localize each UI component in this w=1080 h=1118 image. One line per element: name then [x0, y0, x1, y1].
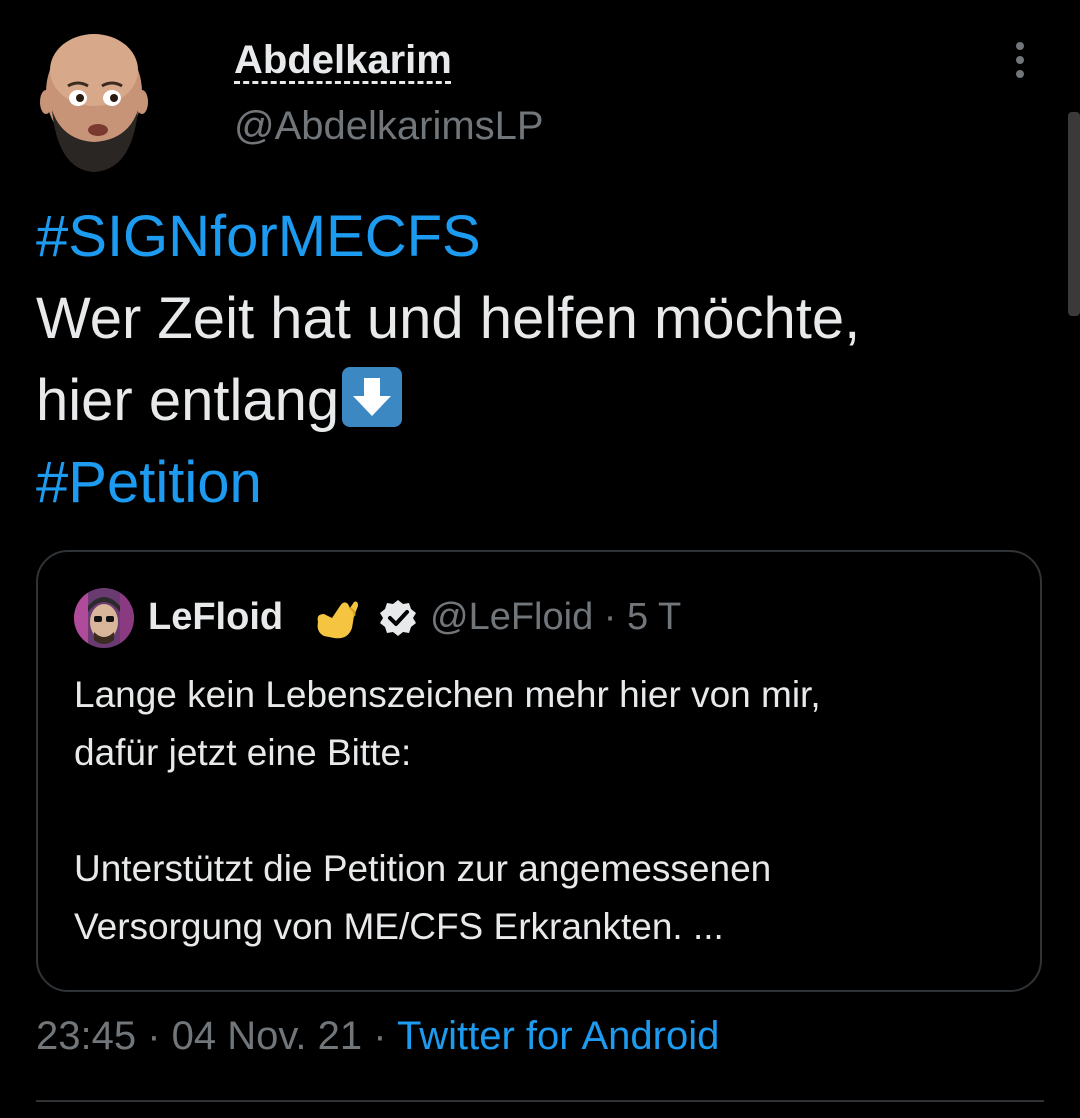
- author-name[interactable]: Abdelkarim: [234, 38, 452, 83]
- tweet-source-link[interactable]: Twitter for Android: [397, 1014, 719, 1058]
- tweet-text: #SIGNforMECFS Wer Zeit hat und helfen mö…: [36, 196, 1036, 524]
- tweet-line-2-wrap: hier entlang: [36, 360, 1036, 442]
- tweet-date: 04 Nov. 21: [171, 1014, 363, 1058]
- meta-separator: ·: [136, 1014, 172, 1058]
- hashtag-signformecfs[interactable]: #SIGNforMECFS: [36, 196, 1036, 278]
- tweet-line-1: Wer Zeit hat und helfen möchte,: [36, 286, 861, 351]
- author-handle[interactable]: @AbdelkarimsLP: [234, 104, 544, 149]
- verified-badge-icon: [380, 600, 416, 636]
- scrollbar[interactable]: [1068, 112, 1080, 316]
- tweet-meta: 23:45 · 04 Nov. 21 · Twitter for Android: [36, 1014, 719, 1059]
- quoted-line: Unterstützt die Petition zur angemessene…: [74, 848, 772, 889]
- call-me-hand-emoji-icon: [317, 601, 358, 639]
- tweet-line-2: hier entlang: [36, 368, 340, 433]
- meta-separator: ·: [362, 1014, 397, 1058]
- quoted-handle-time[interactable]: @LeFloid · 5 T: [430, 596, 681, 639]
- tweet-time: 23:45: [36, 1014, 137, 1058]
- quoted-author-name[interactable]: LeFloid: [148, 596, 283, 639]
- quoted-author-avatar[interactable]: [74, 588, 134, 648]
- quoted-line: Lange kein Lebenszeichen mehr hier von m…: [74, 674, 821, 715]
- divider: [36, 1100, 1044, 1102]
- quoted-paragraph-gap: [74, 782, 1014, 840]
- hashtag-petition[interactable]: #Petition: [36, 442, 1036, 524]
- quoted-tweet-text: Lange kein Lebenszeichen mehr hier von m…: [74, 666, 1014, 956]
- quoted-line: dafür jetzt eine Bitte:: [74, 732, 412, 773]
- quoted-line: Versorgung von ME/CFS Erkrankten. ...: [74, 906, 724, 947]
- more-options-icon[interactable]: [1008, 40, 1032, 80]
- down-arrow-emoji-icon: [342, 367, 403, 427]
- quoted-tweet[interactable]: LeFloid @LeFloid · 5 T Lange kein Lebens…: [36, 550, 1042, 992]
- author-avatar[interactable]: [38, 30, 148, 172]
